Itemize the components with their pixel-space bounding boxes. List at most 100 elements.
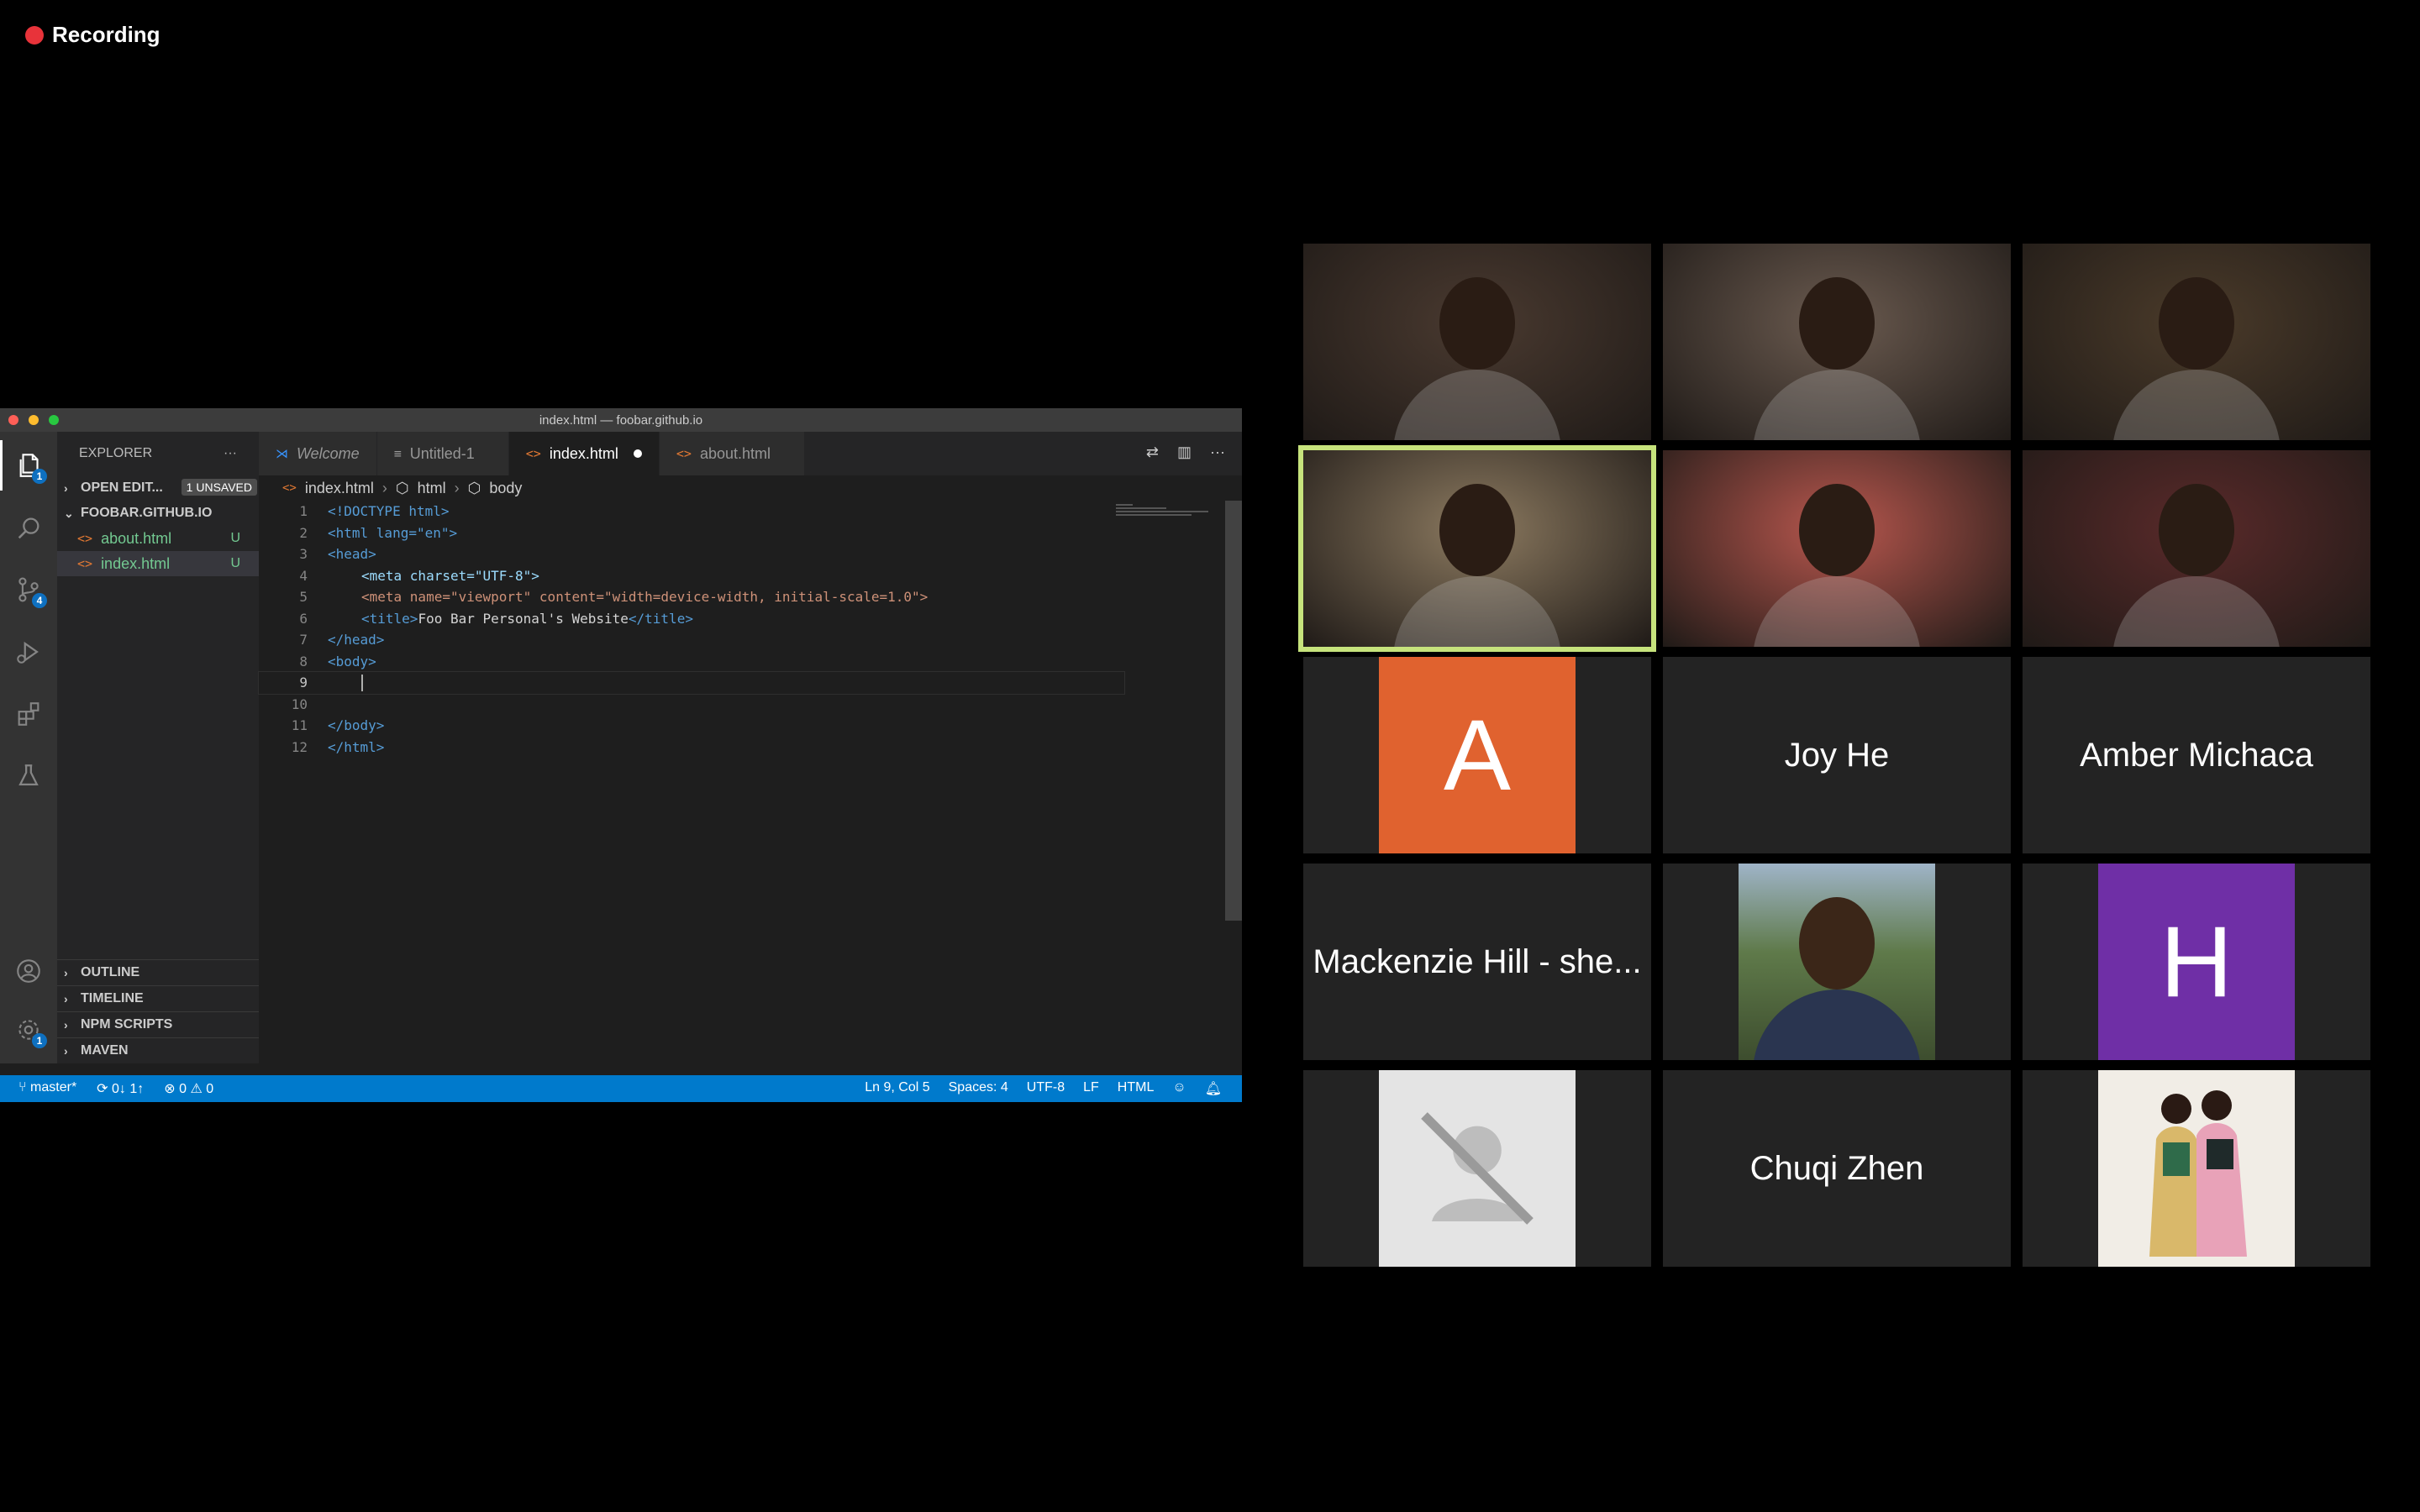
tab-untitled[interactable]: ≡ Untitled-1 <box>376 432 509 475</box>
more-actions-icon[interactable]: ··· <box>224 446 237 461</box>
file-item-index[interactable]: <> index.html U <box>57 551 259 576</box>
outline-section[interactable]: › OUTLINE <box>57 959 259 985</box>
editor-tabs: ⋊ Welcome ≡ Untitled-1 <> index.html <> abou… <box>259 432 1242 475</box>
cursor-position[interactable]: Ln 9, Col 5 <box>865 1080 929 1097</box>
line-number: 11 <box>291 717 308 734</box>
breadcrumb-item[interactable]: html <box>418 480 446 497</box>
explorer-activity[interactable]: 1 <box>0 440 57 491</box>
line-number: 3 <box>299 546 308 563</box>
line-number: 6 <box>299 610 308 627</box>
code-line: 4 <meta charset="UTF-8"> <box>259 565 1200 587</box>
split-editor-icon[interactable]: ▥ <box>1177 444 1192 461</box>
text-cursor <box>361 675 363 691</box>
explorer-title: EXPLORER <box>79 446 153 460</box>
feedback-icon[interactable]: ☺ <box>1172 1080 1186 1097</box>
participant-tile[interactable] <box>1303 1070 1651 1267</box>
title-bar: index.html — foobar.github.io <box>0 408 1242 432</box>
tab-welcome[interactable]: ⋊ Welcome <box>259 432 377 475</box>
code-text: <html lang="en"> <box>328 524 458 541</box>
extensions-icon <box>18 702 39 726</box>
participant-tile[interactable]: Mackenzie Hill - she... <box>1303 864 1651 1060</box>
npm-scripts-section[interactable]: › NPM SCRIPTS <box>57 1011 259 1037</box>
minimap[interactable] <box>1116 504 1217 538</box>
participant-tile[interactable] <box>1663 450 2011 647</box>
person-body <box>1753 990 1921 1060</box>
line-number: 10 <box>291 696 308 712</box>
participant-tile[interactable]: H <box>2023 864 2370 1060</box>
editor-scrollbar[interactable] <box>1225 501 1242 921</box>
title-text: Foo Bar Personal's Website <box>418 610 629 627</box>
tab-label: about.html <box>699 444 771 462</box>
folder-section[interactable]: ⌄ FOOBAR.GITHUB.IO <box>57 501 259 526</box>
run-debug-activity[interactable] <box>0 627 57 677</box>
compare-changes-icon[interactable]: ⇄ <box>1146 444 1159 461</box>
participant-tile[interactable] <box>1298 445 1656 652</box>
participant-video <box>2023 450 2370 647</box>
participant-tile[interactable] <box>2023 244 2370 440</box>
maven-section[interactable]: › MAVEN <box>57 1037 259 1063</box>
explorer-sidebar: EXPLORER ··· › OPEN EDIT... 1 UNSAVED ⌄ … <box>57 432 259 1063</box>
end-of-line[interactable]: LF <box>1083 1080 1099 1097</box>
accounts-activity[interactable] <box>0 946 57 996</box>
breadcrumb-item[interactable]: body <box>489 480 522 497</box>
code-text: </body> <box>328 717 385 734</box>
code-line: 7 </head> <box>259 629 1200 651</box>
timeline-section[interactable]: › TIMELINE <box>57 985 259 1011</box>
language-mode[interactable]: HTML <box>1118 1080 1155 1097</box>
person-silhouette <box>1799 277 1875 370</box>
sync-label: 0↓ 1↑ <box>112 1082 145 1096</box>
breadcrumb-item[interactable]: index.html <box>305 480 374 497</box>
more-actions-icon[interactable]: ··· <box>1210 444 1225 461</box>
unsaved-dot-icon[interactable] <box>633 449 642 458</box>
code-line: 2 <html lang="en"> <box>259 522 1200 544</box>
participant-tile[interactable]: Chuqi Zhen <box>1663 1070 2011 1267</box>
person-body <box>1753 370 1921 440</box>
recording-indicator: Recording <box>25 22 160 48</box>
person-body <box>1393 370 1561 440</box>
testing-activity[interactable] <box>0 751 57 801</box>
code-line: 12 </html> <box>259 737 1200 759</box>
line-number: 12 <box>291 738 308 755</box>
participant-tile[interactable]: Amber Michaca <box>2023 657 2370 853</box>
search-activity[interactable] <box>0 503 57 554</box>
line-number: 1 <box>299 503 308 520</box>
tab-index[interactable]: <> index.html <box>508 432 660 475</box>
line-number: 4 <box>299 567 308 584</box>
notifications-icon[interactable]: 🔔︎ <box>1205 1080 1222 1097</box>
participant-tile[interactable]: Joy He <box>1663 657 2011 853</box>
html-file-icon: <> <box>77 531 93 546</box>
sync-status[interactable]: ⟳ 0↓ 1↑ <box>97 1080 144 1097</box>
code-line: 8 <body> <box>259 651 1200 673</box>
chevron-right-icon: › <box>64 992 68 1005</box>
branch-status[interactable]: ⑂ master* <box>18 1080 76 1097</box>
code-editor[interactable]: 1 <!DOCTYPE html> 2 <html lang="en"> 3 <hea… <box>258 501 1200 759</box>
tab-about[interactable]: <> about.html <box>659 432 806 475</box>
record-icon <box>25 25 44 45</box>
participant-tile[interactable] <box>1303 244 1651 440</box>
person-silhouette <box>1439 484 1515 576</box>
activity-bar: 1 4 1 <box>0 432 57 1063</box>
source-control-activity[interactable]: 4 <box>0 564 57 615</box>
chevron-right-icon: › <box>64 966 68 979</box>
participant-name: Mackenzie Hill - she... <box>1313 942 1642 980</box>
participant-tile[interactable]: A <box>1303 657 1651 853</box>
problems-status[interactable]: ⊗ 0 ⚠ 0 <box>164 1080 213 1097</box>
unsaved-badge: 1 UNSAVED <box>181 479 257 496</box>
extensions-activity[interactable] <box>0 689 57 739</box>
file-item-about[interactable]: <> about.html U <box>57 526 259 551</box>
encoding[interactable]: UTF-8 <box>1027 1080 1065 1097</box>
editor-area: ⋊ Welcome ≡ Untitled-1 <> index.html <> abou… <box>258 432 1242 1063</box>
indentation[interactable]: Spaces: 4 <box>949 1080 1008 1097</box>
participant-video <box>1303 244 1651 440</box>
person-silhouette <box>1439 277 1515 370</box>
section-label: NPM SCRIPTS <box>81 1017 173 1032</box>
manage-activity[interactable]: 1 <box>0 1005 57 1055</box>
person-silhouette <box>1799 484 1875 576</box>
participant-tile[interactable] <box>1663 864 2011 1060</box>
participant-video <box>1663 450 2011 647</box>
open-editors-section[interactable]: › OPEN EDIT... 1 UNSAVED <box>57 475 259 501</box>
chevron-right-icon: › <box>381 479 387 496</box>
participant-tile[interactable] <box>2023 450 2370 647</box>
participant-tile[interactable] <box>2023 1070 2370 1267</box>
participant-tile[interactable] <box>1663 244 2011 440</box>
